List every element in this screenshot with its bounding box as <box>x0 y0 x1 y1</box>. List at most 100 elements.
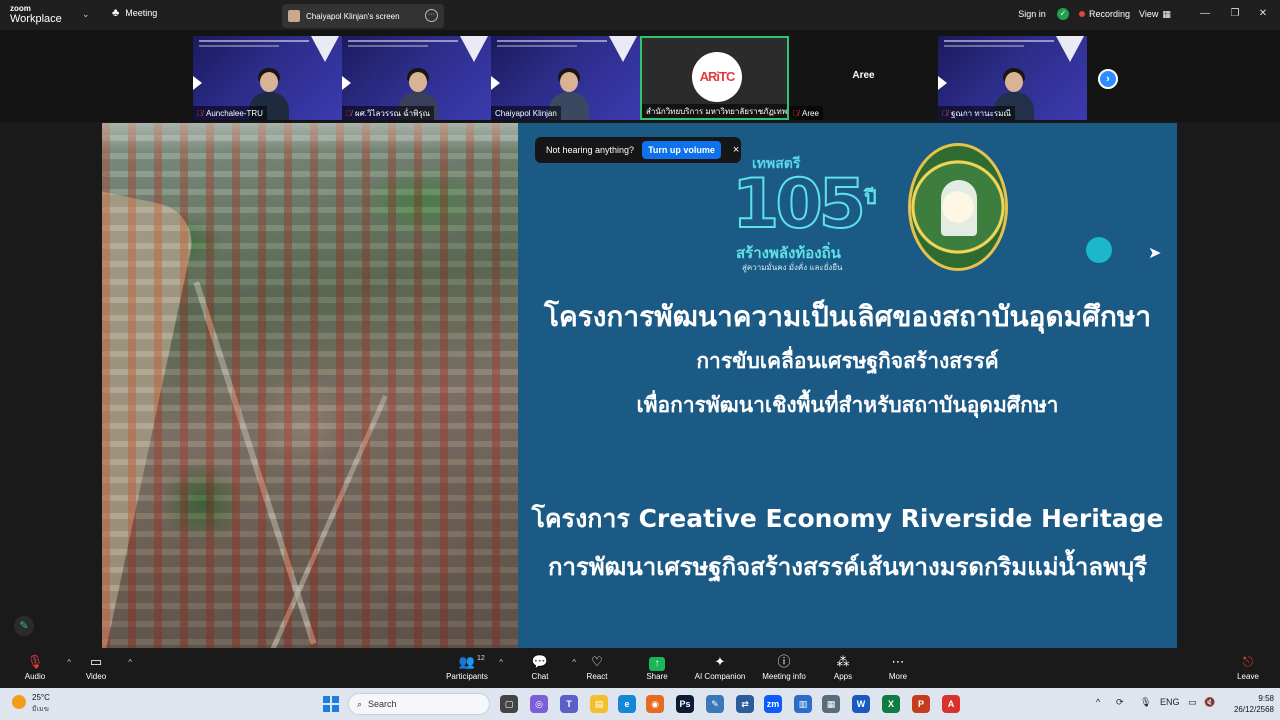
react-label: React <box>586 672 608 681</box>
slide-title-line: การขับเคลื่อนเศรษฐกิจสร้างสรรค์ <box>696 349 999 373</box>
copilot-icon[interactable]: ◎ <box>530 695 548 713</box>
more-button[interactable]: ⋯ More <box>868 652 928 686</box>
shared-screen-tab[interactable]: Chaiyapol Klinjan's screen ··· <box>282 4 444 28</box>
weather-sun-icon <box>12 695 26 709</box>
recording-label: Recording <box>1089 9 1131 19</box>
video-button[interactable]: ▭ Video ^ <box>66 652 132 686</box>
participant-name-label: 🎙̸ Aunchalee-TRU <box>193 106 267 120</box>
shield-check-icon[interactable]: ✓ <box>1057 8 1069 20</box>
meeting-tab[interactable]: ♣ Meeting <box>112 7 157 19</box>
muted-mic-icon: 🎙̸ <box>197 108 203 118</box>
title-bar: zoom Workplace ⌄ ♣ Meeting Chaiyapol Kli… <box>0 0 1280 30</box>
slide-arrow <box>938 76 947 90</box>
remote-app-icon[interactable]: ⇄ <box>736 695 754 713</box>
participant-name: Aree <box>802 108 819 118</box>
clock-time: 9:58 <box>1258 694 1274 703</box>
word-icon[interactable]: W <box>852 695 870 713</box>
close-icon[interactable]: ✕ <box>1254 6 1272 22</box>
restore-icon[interactable]: ❐ <box>1226 6 1244 22</box>
teams-icon[interactable]: T <box>560 695 578 713</box>
audio-hint-toast: Not hearing anything? Turn up volume × <box>535 137 741 163</box>
chevron-up-icon[interactable]: ^ <box>499 658 503 667</box>
leave-button[interactable]: ⎋ Leave <box>1218 652 1278 686</box>
zoom-app-icon[interactable]: zm <box>764 695 782 713</box>
pdf-reader-icon[interactable]: A <box>942 695 960 713</box>
ai-companion-button[interactable]: ✦ AI Companion <box>690 652 750 686</box>
recording-indicator[interactable]: Recording <box>1074 4 1135 24</box>
slide-header-line <box>944 45 1024 47</box>
system-clock[interactable]: 9:58 26/12/2568 <box>1226 693 1274 715</box>
slide-title-line: โครงการพัฒนาความเป็นเลิศของสถาบันอุดมศึก… <box>543 300 1152 333</box>
speaker-muted-icon[interactable]: 🔇 <box>1204 697 1215 708</box>
audio-button[interactable]: 🎙 Audio ^ <box>5 652 71 686</box>
sign-in-button[interactable]: Sign in <box>1012 4 1052 24</box>
slide-arrow <box>342 76 351 90</box>
slide-decoration <box>609 36 637 62</box>
powerpoint-icon[interactable]: P <box>912 695 930 713</box>
search-icon: ⌕ <box>357 698 363 709</box>
participant-tile[interactable]: Aree 🎙̸ Aree <box>789 36 938 120</box>
chat-icon: 💬 <box>531 654 549 669</box>
rooftops-texture <box>102 123 518 648</box>
turn-up-volume-button[interactable]: Turn up volume <box>642 141 721 159</box>
apps-button[interactable]: ⁂ Apps <box>813 652 873 686</box>
participant-name: Chaiyapol Klinjan <box>495 108 557 118</box>
close-icon[interactable]: × <box>733 144 739 156</box>
shared-screen: เทพสตรี 105 ปี สร้างพลังท้องถิ่น สู่ความ… <box>102 123 1177 648</box>
zoom-brand[interactable]: zoom Workplace <box>10 4 62 25</box>
annotate-pencil-icon[interactable]: ✎ <box>14 616 34 636</box>
slide-decoration <box>1056 36 1084 62</box>
participants-button[interactable]: 👥 Participants ^ <box>437 652 503 686</box>
task-view-icon[interactable]: ▢ <box>500 695 518 713</box>
heart-icon: ♡ <box>591 654 603 669</box>
notepad-icon[interactable]: ▥ <box>794 695 812 713</box>
chevron-down-icon[interactable]: ⌄ <box>82 9 90 20</box>
taskbar-search[interactable]: ⌕ Search <box>348 693 490 715</box>
record-dot-icon <box>1079 11 1085 17</box>
mouse-cursor-icon: ➤ <box>1148 245 1162 262</box>
chevron-up-icon[interactable]: ^ <box>128 658 132 667</box>
firefox-icon[interactable]: ◉ <box>646 695 664 713</box>
slide-title-line: เพื่อการพัฒนาเชิงพื้นที่สำหรับสถาบันอุดม… <box>636 393 1059 417</box>
react-button[interactable]: ♡ React <box>567 652 627 686</box>
participant-name-label: 🎙̸ Aree <box>789 106 823 120</box>
edge-browser-icon[interactable]: e <box>618 695 636 713</box>
windows-taskbar: 25°C มีเมฆ ⌕ Search ▢ ◎ T ▤ e ◉ Ps ✎ ⇄ z… <box>0 688 1280 720</box>
meeting-info-button[interactable]: ⓘ Meeting info <box>754 652 814 686</box>
more-options-icon[interactable]: ··· <box>425 9 438 22</box>
microphone-icon[interactable]: 🎙 <box>1140 697 1151 708</box>
windows-start-icon[interactable] <box>323 696 339 712</box>
file-explorer-icon[interactable]: ▤ <box>590 695 608 713</box>
chat-label: Chat <box>531 672 549 681</box>
search-placeholder: Search <box>368 699 397 709</box>
slide-header-line <box>944 40 1054 42</box>
view-button[interactable]: View ▦ <box>1134 4 1176 24</box>
chevron-up-icon[interactable]: ^ <box>1096 697 1100 707</box>
chat-button[interactable]: 💬 Chat ^ <box>510 652 576 686</box>
language-indicator[interactable]: ENG <box>1160 697 1180 707</box>
participant-name: สำนักวิทยบริการ มหาวิทยาลัยราชภัฏเทพ... <box>646 106 789 116</box>
participant-tile[interactable]: 🎙̸ ฐณกา ทานะรมณี <box>938 36 1087 120</box>
weather-temp: 25°C <box>32 693 50 702</box>
participant-tile[interactable]: 🎙̸ ผศ.วิไลวรรณ ฉ่ำพิรุณ <box>342 36 491 120</box>
participant-center-name: Aree <box>852 70 875 81</box>
calculator-icon[interactable]: ▦ <box>822 695 840 713</box>
participant-name: ฐณกา ทานะรมณี <box>951 108 1011 118</box>
participant-tile[interactable]: 🎙̸ Aunchalee-TRU <box>193 36 342 120</box>
grid-icon: ▦ <box>1162 8 1171 19</box>
participant-tile[interactable]: Chaiyapol Klinjan <box>491 36 640 120</box>
slide-header-line <box>497 40 607 42</box>
participant-tile-active-speaker[interactable]: ARiTC สำนักวิทยบริการ มหาวิทยาลัยราชภัฏเ… <box>640 36 789 120</box>
apps-icon: ⁂ <box>836 654 850 669</box>
tool-app-icon[interactable]: ✎ <box>706 695 724 713</box>
photoshop-icon[interactable]: Ps <box>676 695 694 713</box>
sync-icon[interactable]: ⟳ <box>1116 697 1124 708</box>
share-button[interactable]: ↑ Share <box>627 652 687 686</box>
slide-header-line <box>199 40 309 42</box>
excel-icon[interactable]: X <box>882 695 900 713</box>
display-icon[interactable]: ▭ <box>1188 697 1197 708</box>
next-page-arrow-icon[interactable]: › <box>1098 69 1118 89</box>
info-icon: ⓘ <box>777 654 791 669</box>
brand-bottom: Workplace <box>10 13 62 25</box>
minimize-icon[interactable]: — <box>1196 6 1214 22</box>
